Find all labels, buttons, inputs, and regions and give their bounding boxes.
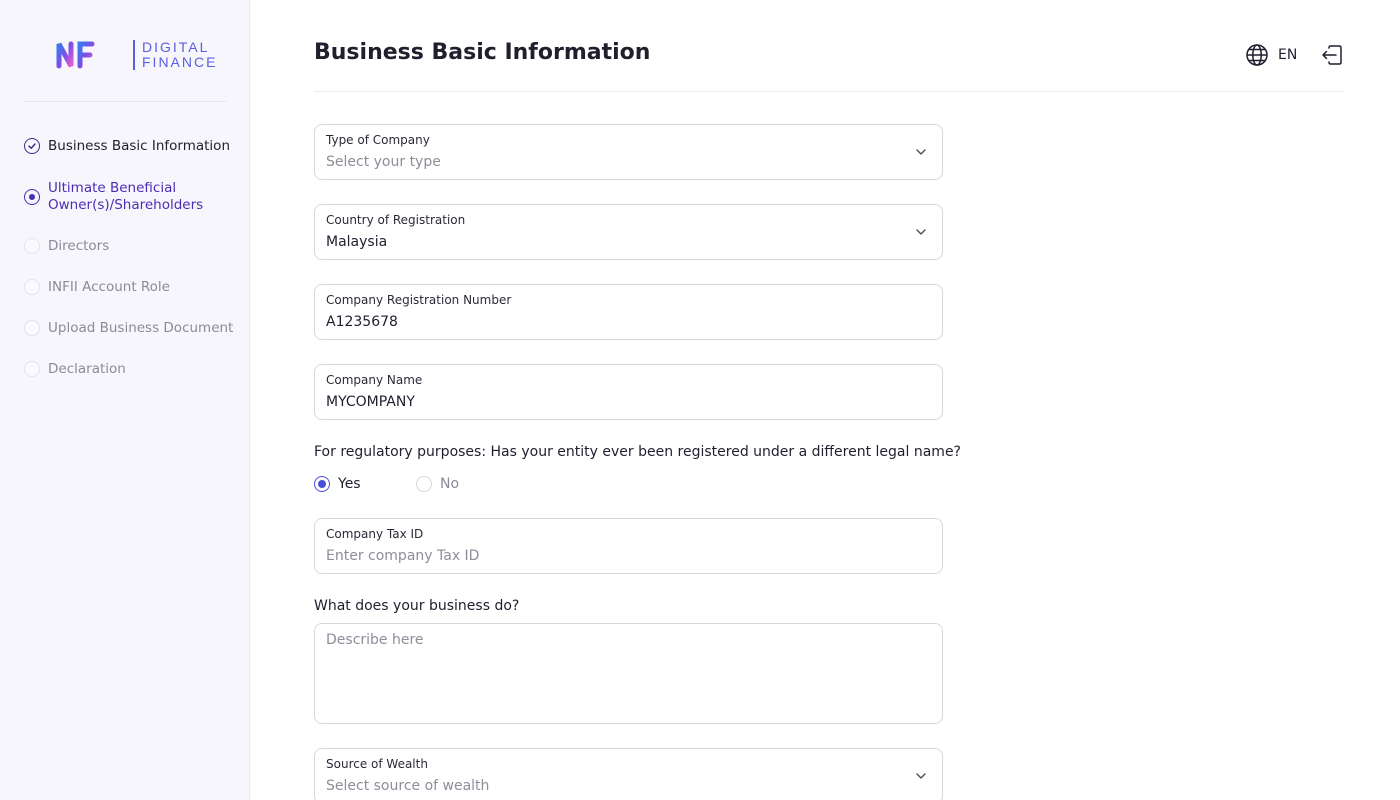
pending-step-icon	[24, 361, 40, 377]
radio-label: No	[440, 476, 460, 492]
infii-logo-mark	[47, 41, 113, 69]
chevron-down-icon	[916, 229, 926, 235]
field-value: A1235678	[326, 314, 398, 330]
step-ultimate-beneficial-owners[interactable]: Ultimate Beneficial Owner(s)/Shareholder…	[24, 180, 224, 214]
step-label: Upload Business Document	[48, 320, 234, 336]
source-of-wealth-select[interactable]: Source of Wealth Select source of wealth	[314, 748, 943, 800]
field-label: Source of Wealth	[326, 757, 428, 771]
radio-unselected-icon	[416, 476, 432, 492]
step-infii-account-role[interactable]: INFII Account Role	[24, 279, 170, 295]
page-title: Business Basic Information	[314, 40, 651, 65]
step-label: Ultimate Beneficial Owner(s)/Shareholder…	[48, 180, 204, 213]
sidebar: DIGITAL FINANCE Business Basic Informati…	[0, 0, 250, 800]
field-value: Malaysia	[326, 234, 388, 250]
step-label: INFII Account Role	[48, 279, 170, 295]
globe-icon	[1246, 44, 1268, 66]
current-step-icon	[24, 189, 40, 205]
field-placeholder: Select source of wealth	[326, 778, 490, 794]
pending-step-icon	[24, 320, 40, 336]
business-description-textarea[interactable]: Describe here	[314, 623, 943, 724]
company-name-field[interactable]: Company Name MYCOMPANY	[314, 364, 943, 420]
pending-step-icon	[24, 238, 40, 254]
step-declaration[interactable]: Declaration	[24, 361, 126, 377]
logo-divider	[133, 40, 135, 70]
field-label: Type of Company	[326, 133, 430, 147]
legal-name-no-radio[interactable]: No	[416, 476, 459, 492]
field-placeholder: Describe here	[326, 632, 424, 648]
header-divider	[314, 91, 1344, 92]
legal-name-question: For regulatory purposes: Has your entity…	[314, 444, 961, 460]
check-circle-icon	[24, 138, 40, 154]
field-placeholder: Enter company Tax ID	[326, 548, 480, 564]
brand-logo: DIGITAL FINANCE	[47, 40, 217, 70]
chevron-down-icon	[916, 149, 926, 155]
language-selector[interactable]: EN	[1245, 43, 1297, 67]
logout-icon	[1322, 45, 1342, 65]
step-label: Business Basic Information	[48, 138, 230, 154]
company-registration-number-field[interactable]: Company Registration Number A1235678	[314, 284, 943, 340]
country-of-registration-select[interactable]: Country of Registration Malaysia	[314, 204, 943, 260]
sidebar-divider	[24, 101, 226, 102]
language-code: EN	[1278, 47, 1298, 63]
legal-name-yes-radio[interactable]: Yes	[314, 476, 361, 492]
step-label: Directors	[48, 238, 110, 254]
step-directors[interactable]: Directors	[24, 238, 109, 254]
step-label: Declaration	[48, 361, 126, 377]
chevron-down-icon	[916, 773, 926, 779]
field-label: Company Name	[326, 373, 423, 387]
field-placeholder: Select your type	[326, 154, 441, 170]
type-of-company-select[interactable]: Type of Company Select your type	[314, 124, 943, 180]
step-business-basic-information[interactable]: Business Basic Information	[24, 138, 230, 154]
field-label: Company Registration Number	[326, 293, 512, 307]
radio-label: Yes	[338, 476, 361, 492]
field-label: Country of Registration	[326, 213, 466, 227]
field-value: MYCOMPANY	[326, 394, 415, 410]
brand-line2: FINANCE	[142, 54, 218, 70]
field-label: Company Tax ID	[326, 527, 424, 541]
logout-button[interactable]	[1320, 43, 1344, 67]
radio-selected-icon	[314, 476, 330, 492]
step-upload-business-document[interactable]: Upload Business Document	[24, 320, 233, 336]
brand-wordmark: DIGITAL FINANCE	[142, 40, 217, 70]
pending-step-icon	[24, 279, 40, 295]
company-tax-id-field[interactable]: Company Tax ID Enter company Tax ID	[314, 518, 943, 574]
business-description-label: What does your business do?	[314, 598, 520, 614]
brand-line1: DIGITAL	[142, 39, 210, 55]
